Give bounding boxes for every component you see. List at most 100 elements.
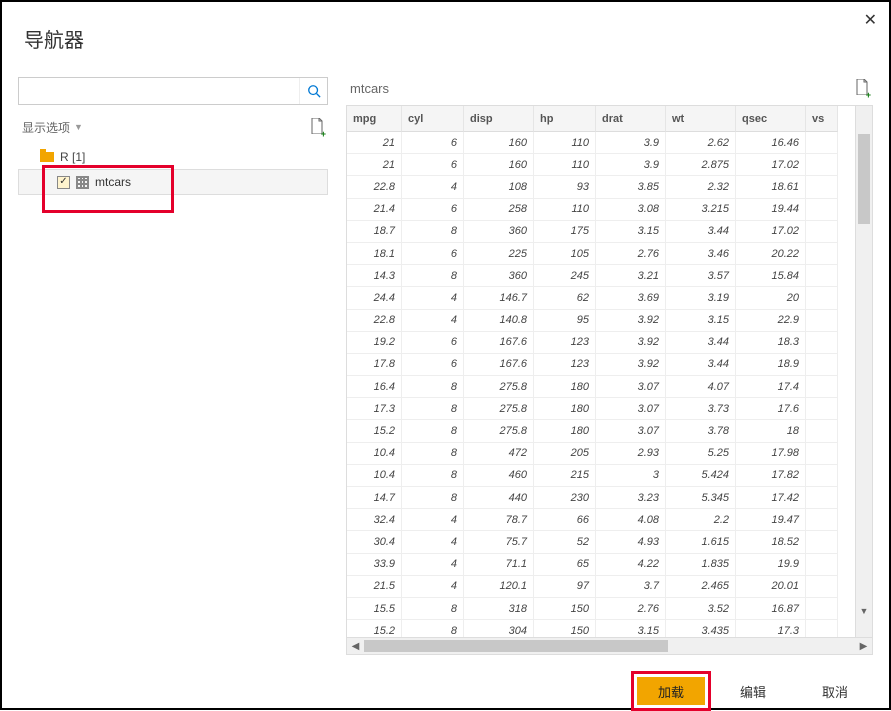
data-cell: 304 [464, 620, 534, 637]
load-button-wrap: 加载 [637, 677, 705, 705]
search-icon [307, 84, 321, 98]
vertical-scrollbar[interactable]: ▼ [855, 106, 872, 637]
data-cell: 180 [534, 376, 596, 398]
search-button[interactable] [299, 78, 327, 104]
data-cell: 258 [464, 199, 534, 221]
data-grid: mpgcyldisphpdratwtqsecvs2161601103.92.62… [347, 106, 855, 637]
data-cell: 33.9 [347, 554, 402, 576]
column-header[interactable]: qsec [736, 106, 806, 132]
data-cell: 16.46 [736, 132, 806, 154]
data-cell: 4.93 [596, 531, 666, 553]
cancel-button[interactable]: 取消 [801, 677, 869, 705]
data-cell: 360 [464, 221, 534, 243]
data-cell: 17.02 [736, 221, 806, 243]
checkbox-mtcars[interactable]: ✓ [57, 176, 70, 189]
data-cell: 19.44 [736, 199, 806, 221]
data-cell: 62 [534, 287, 596, 309]
data-cell [806, 420, 838, 442]
column-header[interactable]: cyl [402, 106, 464, 132]
data-cell: 19.2 [347, 332, 402, 354]
data-cell: 21 [347, 132, 402, 154]
data-cell: 2.32 [666, 176, 736, 198]
data-cell [806, 221, 838, 243]
data-cell [806, 265, 838, 287]
data-cell: 21.4 [347, 199, 402, 221]
data-cell: 6 [402, 132, 464, 154]
refresh-preview-button[interactable]: + [855, 79, 869, 98]
data-cell: 3.69 [596, 287, 666, 309]
data-cell: 318 [464, 598, 534, 620]
data-cell: 460 [464, 465, 534, 487]
display-options-dropdown[interactable]: 显示选项 ▼ [22, 119, 83, 136]
data-cell: 24.4 [347, 287, 402, 309]
vertical-scrollbar-thumb[interactable] [858, 134, 870, 224]
column-header[interactable]: mpg [347, 106, 402, 132]
data-cell: 8 [402, 598, 464, 620]
data-cell: 15.5 [347, 598, 402, 620]
refresh-tree-button[interactable]: + [310, 118, 324, 137]
data-cell: 18.1 [347, 243, 402, 265]
horizontal-scrollbar-thumb[interactable] [364, 640, 668, 652]
data-cell: 3.78 [666, 420, 736, 442]
data-cell: 4 [402, 287, 464, 309]
data-cell [806, 620, 838, 637]
data-grid-scroll[interactable]: mpgcyldisphpdratwtqsecvs2161601103.92.62… [347, 106, 855, 637]
data-cell: 21.5 [347, 576, 402, 598]
data-cell: 3.52 [666, 598, 736, 620]
data-cell: 175 [534, 221, 596, 243]
edit-button[interactable]: 编辑 [719, 677, 787, 705]
data-cell: 93 [534, 176, 596, 198]
tree-child-mtcars[interactable]: ✓ mtcars [18, 169, 328, 195]
tree-root-node[interactable]: R [1] [18, 147, 328, 167]
data-cell: 18.9 [736, 354, 806, 376]
data-cell: 123 [534, 354, 596, 376]
scroll-right-icon[interactable]: ▶ [855, 641, 872, 652]
data-cell: 15.84 [736, 265, 806, 287]
horizontal-scrollbar-track[interactable] [364, 638, 855, 654]
data-cell: 8 [402, 221, 464, 243]
data-cell: 123 [534, 332, 596, 354]
load-button[interactable]: 加载 [637, 677, 705, 705]
data-cell: 3.44 [666, 221, 736, 243]
data-cell: 150 [534, 620, 596, 637]
data-cell: 4 [402, 176, 464, 198]
scroll-left-icon[interactable]: ◀ [347, 641, 364, 652]
data-cell: 3.08 [596, 199, 666, 221]
data-cell: 3.92 [596, 332, 666, 354]
search-input[interactable] [19, 78, 299, 104]
horizontal-scrollbar[interactable]: ◀ ▶ [346, 638, 873, 655]
data-cell: 180 [534, 398, 596, 420]
data-cell: 20.22 [736, 243, 806, 265]
data-cell: 17.6 [736, 398, 806, 420]
data-cell: 22.9 [736, 310, 806, 332]
column-header[interactable]: disp [464, 106, 534, 132]
data-cell: 3.92 [596, 354, 666, 376]
data-grid-wrap: mpgcyldisphpdratwtqsecvs2161601103.92.62… [346, 105, 873, 638]
column-header[interactable]: drat [596, 106, 666, 132]
data-cell: 15.2 [347, 620, 402, 637]
data-cell: 14.7 [347, 487, 402, 509]
left-panel: 显示选项 ▼ + R [1] ✓ mtcars [18, 77, 328, 655]
data-cell: 4.22 [596, 554, 666, 576]
data-cell [806, 243, 838, 265]
data-cell: 108 [464, 176, 534, 198]
dialog-title: 导航器 [24, 24, 873, 53]
close-icon[interactable]: ✕ [864, 10, 877, 30]
table-icon [76, 176, 89, 189]
data-cell: 52 [534, 531, 596, 553]
data-cell: 17.82 [736, 465, 806, 487]
column-header[interactable]: hp [534, 106, 596, 132]
data-cell: 167.6 [464, 332, 534, 354]
data-cell: 180 [534, 420, 596, 442]
data-cell: 5.424 [666, 465, 736, 487]
column-header[interactable]: vs [806, 106, 838, 132]
chevron-down-icon: ▼ [74, 122, 83, 132]
data-cell: 3.73 [666, 398, 736, 420]
data-cell: 78.7 [464, 509, 534, 531]
data-cell: 66 [534, 509, 596, 531]
data-cell: 17.8 [347, 354, 402, 376]
column-header[interactable]: wt [666, 106, 736, 132]
scroll-down-icon[interactable]: ▼ [856, 602, 872, 619]
data-cell: 30.4 [347, 531, 402, 553]
data-cell: 472 [464, 443, 534, 465]
